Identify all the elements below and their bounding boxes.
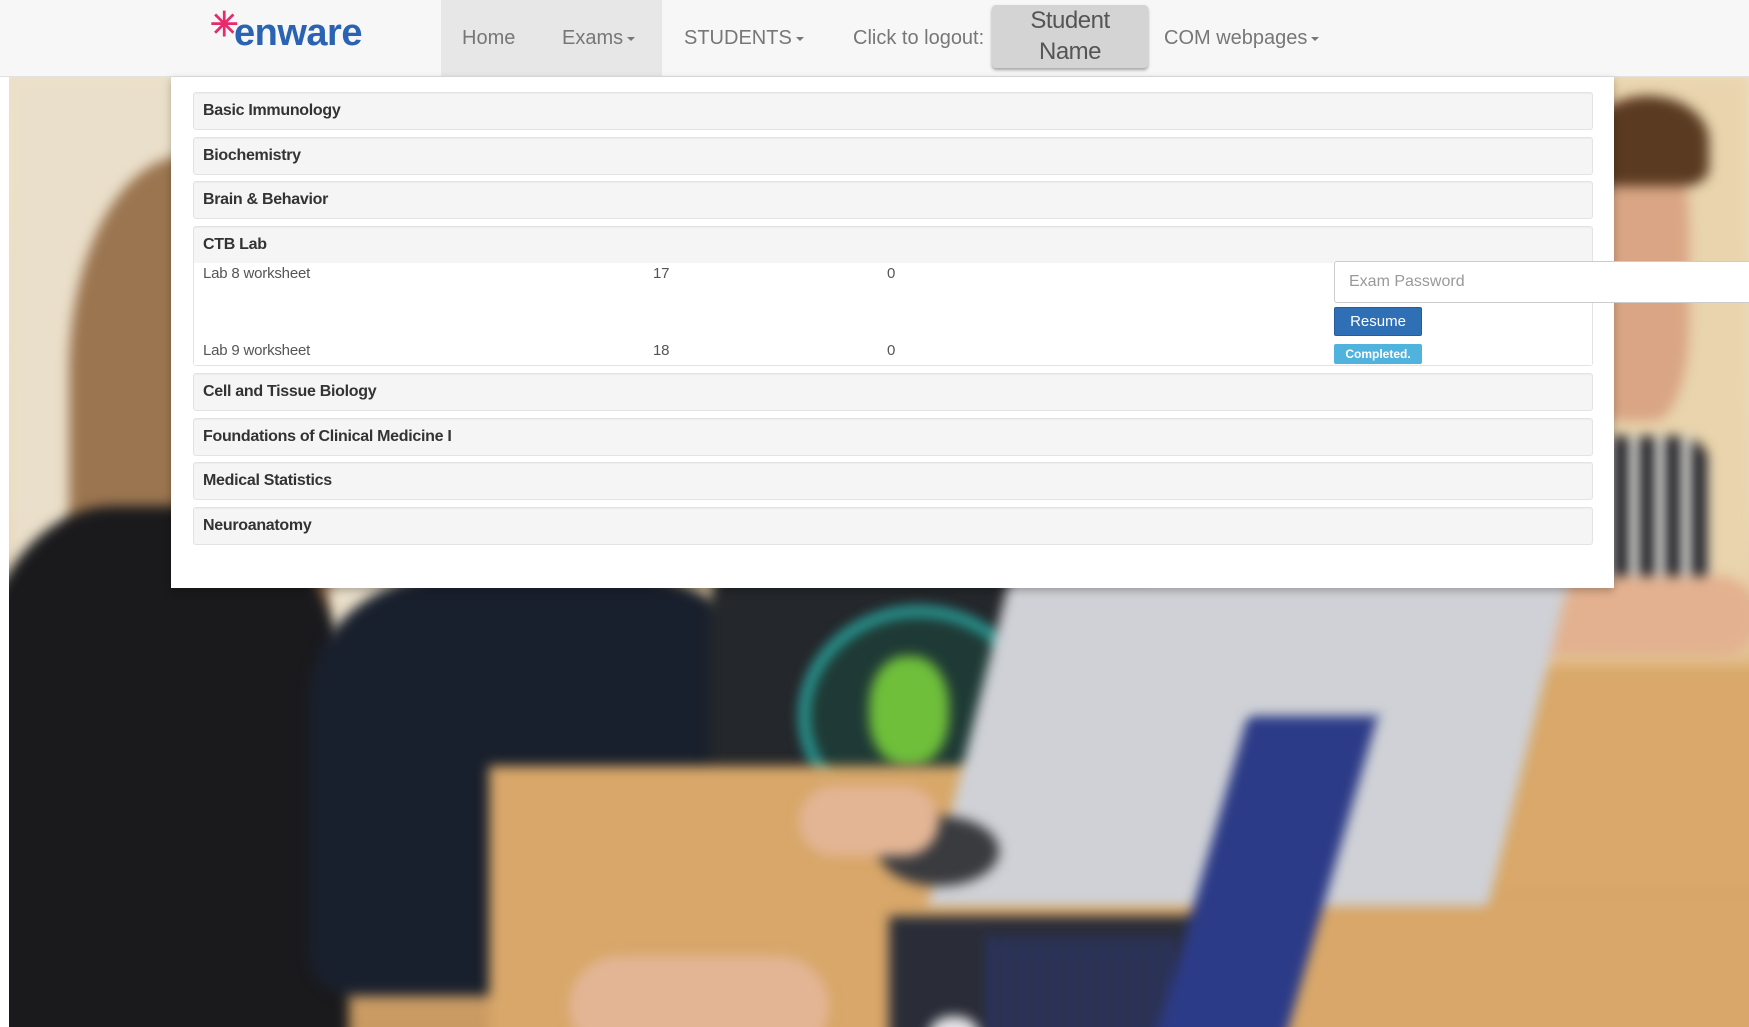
- course-panel-foundations-clinical-medicine[interactable]: Foundations of Clinical Medicine I: [193, 418, 1593, 456]
- course-panel-biochemistry[interactable]: Biochemistry: [193, 137, 1593, 175]
- exam-password-input[interactable]: [1334, 261, 1749, 303]
- course-title: Biochemistry: [203, 147, 301, 164]
- course-panel-neuroanatomy[interactable]: Neuroanatomy: [193, 507, 1593, 545]
- student-name-badge: Student Name: [992, 5, 1148, 68]
- course-title: CTB Lab: [203, 236, 267, 253]
- nav-logout-label: Click to logout:: [853, 27, 985, 49]
- student-name-line2: Name: [1038, 38, 1102, 65]
- nav-students-dropdown[interactable]: STUDENTS: [684, 0, 804, 76]
- course-title: Basic Immunology: [203, 102, 341, 119]
- exam-col3-value: 0: [887, 265, 896, 282]
- resume-button[interactable]: Resume: [1334, 307, 1422, 336]
- nav-com-webpages-label: COM webpages: [1164, 27, 1308, 49]
- course-panel-cell-tissue-biology[interactable]: Cell and Tissue Biology: [193, 373, 1593, 411]
- exam-name: Lab 9 worksheet: [203, 342, 311, 359]
- student-name-line1: Student: [1030, 7, 1110, 34]
- course-title: Medical Statistics: [203, 472, 332, 489]
- exam-col2-value: 18: [653, 342, 670, 359]
- asterisk-icon: ✳: [210, 6, 239, 44]
- course-title: Foundations of Clinical Medicine I: [203, 428, 452, 445]
- top-navbar: ✳ enware Home Exams STUDENTS Click to lo…: [0, 0, 1749, 77]
- completed-badge: Completed.: [1334, 344, 1422, 364]
- nav-logout-link[interactable]: Click to logout:: [853, 0, 992, 76]
- course-title: Brain & Behavior: [203, 191, 329, 208]
- nav-exams-dropdown[interactable]: Exams: [562, 0, 636, 76]
- exam-col2-value: 17: [653, 265, 670, 282]
- nav-students-label: STUDENTS: [684, 27, 792, 49]
- exam-name: Lab 8 worksheet: [203, 265, 311, 282]
- caret-down-icon: [1311, 36, 1320, 41]
- nav-com-webpages-dropdown[interactable]: COM webpages: [1164, 0, 1320, 76]
- nav-home-label: Home: [462, 27, 516, 49]
- course-panel-brain-behavior[interactable]: Brain & Behavior: [193, 181, 1593, 219]
- course-title: Neuroanatomy: [203, 517, 312, 534]
- course-title: Cell and Tissue Biology: [203, 383, 377, 400]
- caret-down-icon: [795, 36, 804, 41]
- brand-logo[interactable]: ✳ enware: [210, 6, 362, 58]
- exam-col3-value: 0: [887, 342, 896, 359]
- nav-home[interactable]: Home: [462, 0, 515, 76]
- exams-dropdown-menu: Basic Immunology Biochemistry Brain & Be…: [171, 77, 1749, 588]
- course-panel-basic-immunology[interactable]: Basic Immunology: [193, 92, 1593, 130]
- caret-down-icon: [627, 36, 636, 41]
- brand-name: enware: [234, 11, 362, 54]
- course-panel-medical-statistics[interactable]: Medical Statistics: [193, 462, 1593, 500]
- nav-exams-label: Exams: [562, 27, 624, 49]
